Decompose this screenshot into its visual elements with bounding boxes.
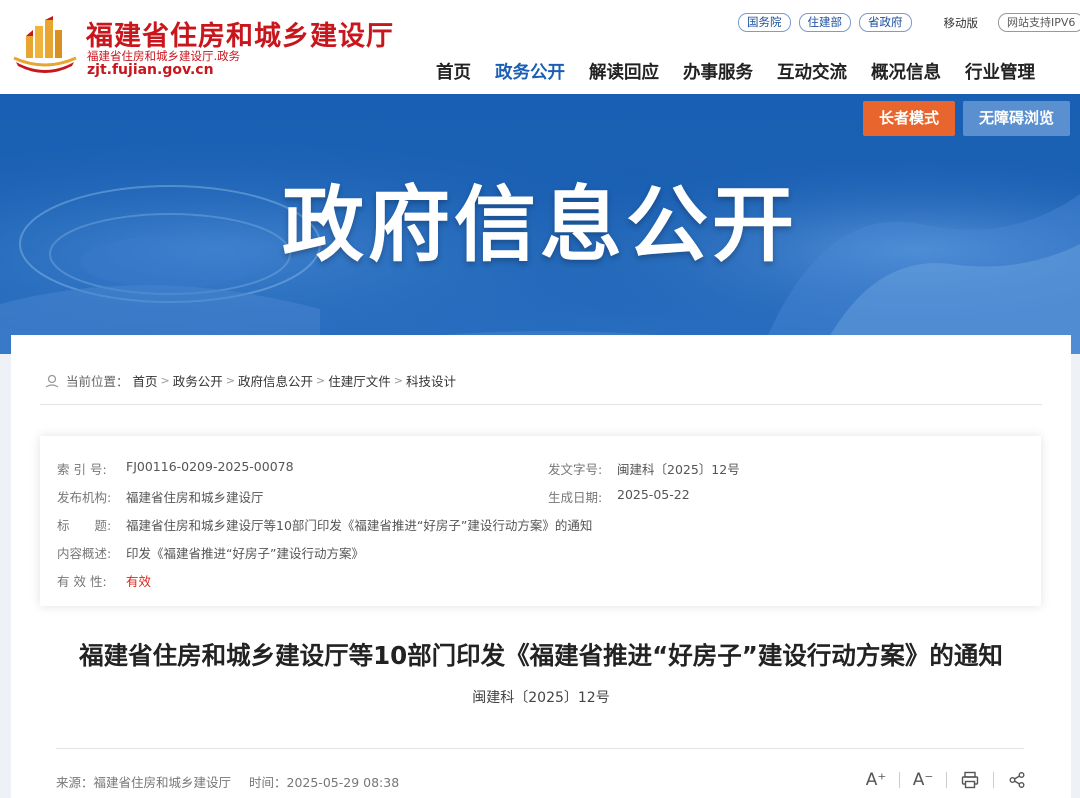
meta-validity-value: 有效 [126, 574, 152, 589]
meta-date: 生成日期: 2025-05-22 [548, 487, 690, 506]
nav-home[interactable]: 首页 [436, 59, 471, 84]
meta-title-value: 福建省住房和城乡建设厅等10部门印发《福建省推进“好房子”建设行动方案》的通知 [126, 518, 593, 533]
breadcrumb-separator: > [316, 374, 326, 387]
site-domain: zjt.fujian.gov.cn [87, 62, 214, 78]
elder-mode-button[interactable]: 长者模式 [863, 101, 955, 136]
nav-services[interactable]: 办事服务 [683, 59, 753, 84]
font-decrease-icon[interactable]: A⁻ [912, 769, 934, 791]
document-tools: A⁺ A⁻ [865, 769, 1028, 791]
document-source-line: 来源：福建省住房和城乡建设厅 时间：2025-05-29 08:38 [56, 772, 413, 791]
accessible-browse-button[interactable]: 无障碍浏览 [963, 101, 1070, 136]
meta-index: 索 引 号: FJ00116-0209-2025-00078 [57, 459, 294, 478]
top-link-state-council[interactable]: 国务院 [738, 13, 791, 32]
content-divider [56, 748, 1024, 749]
print-icon[interactable] [959, 769, 981, 791]
nav-gov-affairs[interactable]: 政务公开 [495, 59, 565, 84]
document-title: 福建省住房和城乡建设厅等10部门印发《福建省推进“好房子”建设行动方案》的通知 [79, 641, 1003, 670]
mobile-version-link[interactable]: 移动版 [944, 15, 979, 31]
tool-divider [993, 772, 994, 788]
document-number: 闽建科〔2025〕12号 [472, 690, 610, 706]
meta-doc-number-value: 闽建科〔2025〕12号 [617, 462, 740, 477]
nav-overview[interactable]: 概况信息 [871, 59, 941, 84]
nav-interpretation[interactable]: 解读回应 [589, 59, 659, 84]
meta-index-value: FJ00116-0209-2025-00078 [126, 459, 294, 474]
meta-title: 标 题: 福建省住房和城乡建设厅等10部门印发《福建省推进“好房子”建设行动方案… [57, 515, 592, 534]
document-time: 时间：2025-05-29 08:38 [249, 775, 400, 790]
tool-divider [899, 772, 900, 788]
meta-validity-label: 有 效 性: [57, 574, 107, 589]
nav-interaction[interactable]: 互动交流 [777, 59, 847, 84]
top-links: 国务院 住建部 省政府 移动版 网站支持IPV6 [738, 13, 1080, 32]
breadcrumb-separator: > [160, 374, 170, 387]
breadcrumb-home[interactable]: 首页 [133, 371, 158, 390]
meta-date-label: 生成日期: [548, 490, 603, 505]
breadcrumb-tech-design[interactable]: 科技设计 [406, 371, 456, 390]
banner-title: 政府信息公开 [281, 178, 798, 273]
top-link-province[interactable]: 省政府 [859, 13, 912, 32]
meta-date-value: 2025-05-22 [617, 487, 690, 502]
breadcrumb-dept-files[interactable]: 住建厅文件 [328, 371, 391, 390]
meta-title-label: 标 题: [57, 518, 112, 533]
breadcrumb: 当前位置： 首页 > 政务公开 > 政府信息公开 > 住建厅文件 > 科技设计 [44, 371, 456, 390]
breadcrumb-separator: > [225, 374, 235, 387]
meta-issuer-label: 发布机构: [57, 490, 112, 505]
meta-doc-number: 发文字号: 闽建科〔2025〕12号 [548, 459, 740, 478]
nav-industry[interactable]: 行业管理 [965, 59, 1035, 84]
meta-issuer-value: 福建省住房和城乡建设厅 [126, 490, 264, 505]
breadcrumb-separator: > [393, 374, 403, 387]
breadcrumb-info-disclosure[interactable]: 政府信息公开 [238, 371, 313, 390]
breadcrumb-prefix: 当前位置： [66, 374, 129, 389]
content-card: 当前位置： 首页 > 政务公开 > 政府信息公开 > 住建厅文件 > 科技设计 … [11, 335, 1071, 798]
ipv6-badge: 网站支持IPV6 [998, 13, 1080, 32]
meta-index-label: 索 引 号: [57, 462, 107, 477]
meta-summary-label: 内容概述: [57, 546, 112, 561]
meta-validity: 有 效 性: 有效 [57, 571, 151, 590]
document-source: 来源：福建省住房和城乡建设厅 [56, 775, 232, 790]
main-nav: 首页 政务公开 解读回应 办事服务 互动交流 概况信息 行业管理 [436, 59, 1035, 84]
share-icon[interactable] [1006, 769, 1028, 791]
logo-emblem-icon[interactable] [12, 16, 78, 78]
tool-divider [946, 772, 947, 788]
top-link-mohurd[interactable]: 住建部 [798, 13, 851, 32]
font-increase-icon[interactable]: A⁺ [865, 769, 887, 791]
location-pin-icon [45, 374, 59, 388]
meta-summary: 内容概述: 印发《福建省推进“好房子”建设行动方案》 [57, 543, 364, 562]
breadcrumb-divider [40, 404, 1042, 405]
meta-summary-value: 印发《福建省推进“好房子”建设行动方案》 [126, 546, 364, 561]
meta-doc-number-label: 发文字号: [548, 462, 603, 477]
breadcrumb-gov-affairs[interactable]: 政务公开 [173, 371, 223, 390]
site-header: 福建省住房和城乡建设厅 福建省住房和城乡建设厅.政务 zjt.fujian.go… [0, 0, 1080, 94]
meta-issuer: 发布机构: 福建省住房和城乡建设厅 [57, 487, 264, 506]
document-metadata-box: 索 引 号: FJ00116-0209-2025-00078 发文字号: 闽建科… [40, 436, 1041, 606]
